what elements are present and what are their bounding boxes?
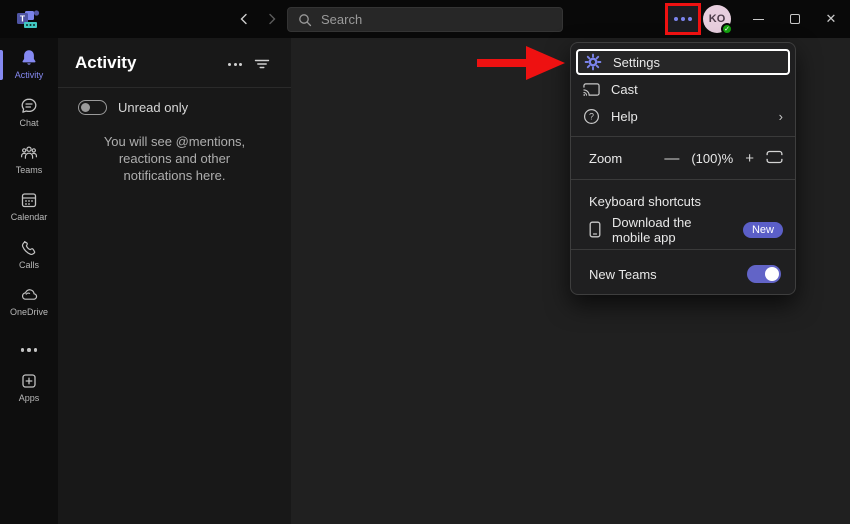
nav-back-button[interactable] xyxy=(232,7,256,31)
filter-button[interactable] xyxy=(251,53,273,75)
new-teams-toggle[interactable] xyxy=(747,265,781,283)
fullscreen-button[interactable] xyxy=(766,150,783,167)
empty-line-1: You will see @mentions, xyxy=(58,133,291,150)
maximize-button[interactable] xyxy=(782,7,808,31)
teams-logo-icon: T xyxy=(16,8,42,30)
empty-line-2: reactions and other xyxy=(58,150,291,167)
sidebar-item-calls[interactable]: Calls xyxy=(0,238,58,270)
menu-item-download-mobile[interactable]: Download the mobile app New xyxy=(571,216,795,243)
calendar-icon xyxy=(19,190,39,210)
sidebar-item-label: Chat xyxy=(19,118,38,128)
sidebar-item-label: Calendar xyxy=(11,212,48,222)
unread-only-row: Unread only xyxy=(78,100,188,115)
fullscreen-frame-icon xyxy=(766,150,783,164)
menu-divider xyxy=(571,249,795,250)
sidebar-item-label: Calls xyxy=(19,260,39,270)
sidebar-item-teams[interactable]: Teams xyxy=(0,143,58,175)
activity-panel-header: Activity xyxy=(58,38,291,88)
new-teams-label: New Teams xyxy=(589,267,747,282)
sidebar-item-activity[interactable]: Activity xyxy=(0,48,58,80)
menu-zoom-row: Zoom — (100)% + xyxy=(571,143,795,173)
new-teams-row: New Teams xyxy=(571,256,795,292)
close-button[interactable]: ✕ xyxy=(818,7,844,31)
apps-plus-icon xyxy=(19,371,39,391)
svg-text:?: ? xyxy=(589,112,594,122)
zoom-value: (100)% xyxy=(691,151,733,166)
teams-window: T KO xyxy=(0,0,850,524)
chat-icon xyxy=(19,96,39,116)
keyboard-shortcuts-label: Keyboard shortcuts xyxy=(589,194,701,209)
cast-label: Cast xyxy=(611,82,783,97)
teams-people-icon xyxy=(19,143,39,163)
menu-divider xyxy=(571,136,795,137)
sidebar-item-label: OneDrive xyxy=(10,307,48,317)
page-title: Activity xyxy=(75,53,136,73)
sidebar-item-calendar[interactable]: Calendar xyxy=(0,190,58,222)
unread-only-toggle[interactable] xyxy=(78,100,107,115)
search-input[interactable] xyxy=(321,12,552,27)
sidebar-item-chat[interactable]: Chat xyxy=(0,96,58,128)
annotation-red-box xyxy=(665,3,701,35)
more-apps-button[interactable] xyxy=(0,338,58,362)
activity-panel: Activity Unread only You will see @menti… xyxy=(58,38,291,524)
zoom-out-button[interactable]: — xyxy=(664,151,679,166)
settings-label: Settings xyxy=(613,55,782,70)
menu-item-help[interactable]: ? Help › xyxy=(571,103,795,130)
sidebar-item-apps[interactable]: Apps xyxy=(0,371,58,403)
chevron-right-icon xyxy=(265,12,279,26)
app-rail: Activity Chat Teams xyxy=(0,38,58,524)
title-bar: T KO xyxy=(0,0,850,38)
mobile-phone-icon xyxy=(589,221,601,238)
zoom-label: Zoom xyxy=(589,151,664,166)
help-label: Help xyxy=(611,109,768,124)
help-icon: ? xyxy=(583,108,600,125)
zoom-in-button[interactable]: + xyxy=(745,151,754,166)
menu-item-settings[interactable]: Settings xyxy=(576,49,790,75)
presence-available-icon: ✓ xyxy=(721,23,733,35)
filter-icon xyxy=(254,57,270,71)
activity-more-button[interactable] xyxy=(224,53,246,75)
download-mobile-label: Download the mobile app xyxy=(612,215,732,245)
new-badge: New xyxy=(743,222,783,238)
unread-only-label: Unread only xyxy=(118,100,188,115)
sidebar-item-label: Activity xyxy=(15,70,44,80)
minimize-button[interactable] xyxy=(745,7,771,31)
gear-icon xyxy=(584,53,602,71)
search-icon xyxy=(298,13,312,27)
avatar[interactable]: KO ✓ xyxy=(703,5,731,33)
menu-item-cast[interactable]: Cast xyxy=(571,76,795,103)
more-options-menu: Settings Cast ? Help › Zoom — (100)% xyxy=(570,42,796,295)
onedrive-cloud-icon xyxy=(18,285,40,305)
bell-icon xyxy=(19,48,39,68)
svg-text:T: T xyxy=(20,14,26,24)
chevron-left-icon xyxy=(237,12,251,26)
nav-forward-button[interactable] xyxy=(260,7,284,31)
sidebar-item-label: Apps xyxy=(19,393,40,403)
sidebar-item-onedrive[interactable]: OneDrive xyxy=(0,285,58,317)
phone-icon xyxy=(19,238,39,258)
empty-state-text: You will see @mentions, reactions and ot… xyxy=(58,133,291,184)
cast-icon xyxy=(583,82,600,97)
active-indicator xyxy=(0,50,3,80)
menu-divider xyxy=(571,179,795,180)
empty-line-3: notifications here. xyxy=(58,167,291,184)
sidebar-item-label: Teams xyxy=(16,165,43,175)
search-box[interactable] xyxy=(287,7,563,32)
more-options-button[interactable] xyxy=(668,6,698,32)
menu-item-keyboard-shortcuts[interactable]: Keyboard shortcuts xyxy=(571,186,795,216)
chevron-right-icon: › xyxy=(779,109,783,124)
